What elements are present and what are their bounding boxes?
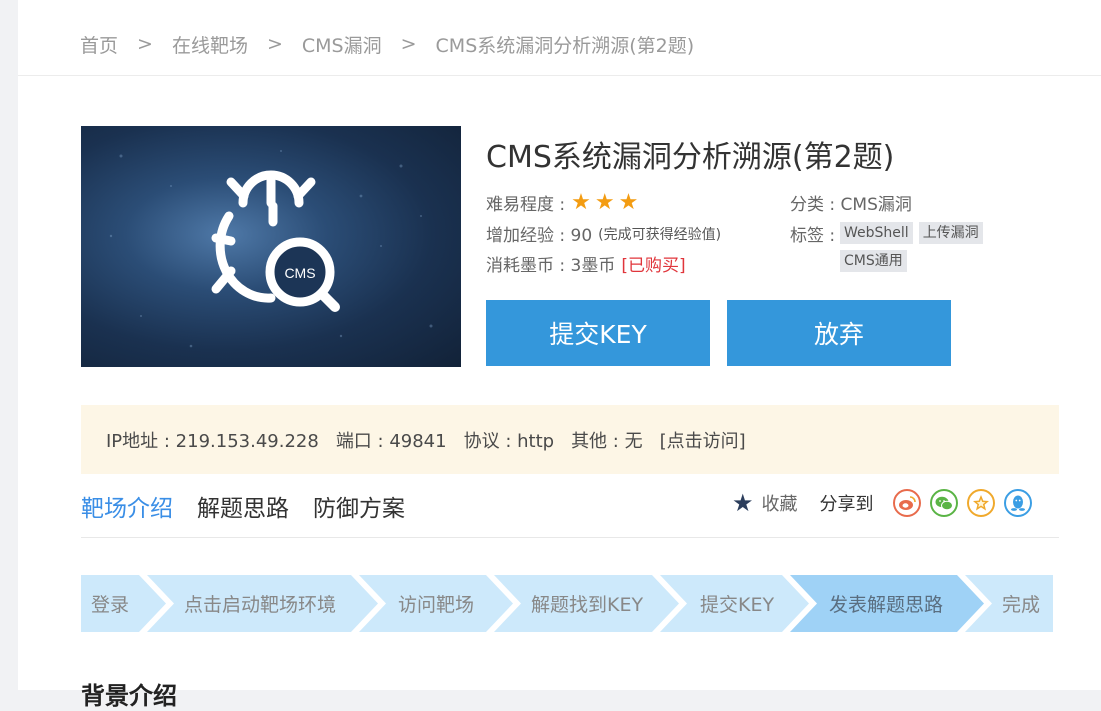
qzone-star-icon: [972, 495, 989, 511]
breadcrumb-separator: >: [266, 33, 283, 55]
tab-defense-plan[interactable]: 防御方案: [313, 489, 405, 523]
experience-label: 增加经验 : 90: [486, 226, 593, 246]
experience-note: (完成可获得经验值): [598, 226, 722, 243]
star-icon: ★: [618, 189, 639, 215]
difficulty-row: 难易程度 : ★ ★ ★: [486, 190, 642, 215]
tag-webshell[interactable]: WebShell: [840, 222, 913, 244]
step-find-key: 解题找到KEY: [531, 594, 644, 616]
wechat-share-button[interactable]: [929, 489, 958, 517]
step-visit-range: 访问靶场: [398, 594, 475, 616]
divider: [81, 537, 1059, 538]
tab-solution-ideas[interactable]: 解题思路: [197, 489, 289, 523]
cover-label: CMS: [284, 265, 315, 281]
star-icon: ★: [594, 189, 615, 215]
section-heading: 背景介绍: [81, 682, 177, 710]
progress-steps: 登录 点击启动靶场环境 访问靶场 解题找到KEY 提交KEY 发表解题思路 完成: [81, 575, 1053, 632]
tags-label: 标签 :: [790, 226, 836, 246]
divider: [18, 75, 1101, 76]
step-post-solution: 发表解题思路: [829, 594, 944, 616]
star-icon: ★: [571, 189, 591, 215]
breadcrumb-current: CMS系统漏洞分析溯源(第2题): [435, 34, 695, 57]
category-row: 分类 : CMS漏洞: [790, 190, 912, 215]
submit-key-button[interactable]: 提交KEY: [486, 300, 710, 366]
breadcrumb-cms[interactable]: CMS漏洞: [302, 31, 382, 58]
weibo-share-button[interactable]: [892, 489, 921, 517]
category-label: 分类 : CMS漏洞: [790, 195, 912, 215]
step-start-environment: 点击启动靶场环境: [184, 594, 337, 616]
difficulty-stars: ★ ★ ★: [571, 189, 642, 215]
tag-cms-generic[interactable]: CMS通用: [840, 250, 907, 272]
difficulty-label: 难易程度 :: [486, 195, 566, 215]
visit-link[interactable]: [点击访问]: [660, 427, 746, 453]
tags-label-row: 标签 :: [790, 221, 835, 246]
purchased-badge: [已购买]: [621, 256, 686, 276]
cost-label: 消耗墨币 : 3墨币: [486, 256, 616, 276]
qq-share-button[interactable]: [1003, 489, 1032, 517]
content-tabs: 靶场介绍 解题思路 防御方案: [81, 489, 429, 523]
other-info: 其他 : 无: [571, 430, 643, 452]
favorite-label: 收藏: [761, 494, 798, 515]
tags-list: WebShell 上传漏洞 CMS通用: [840, 222, 1010, 278]
protocol: 协议 : http: [463, 430, 555, 452]
breadcrumb-online-range[interactable]: 在线靶场: [172, 31, 248, 58]
breadcrumb: 首页 > 在线靶场 > CMS漏洞 > CMS系统漏洞分析溯源(第2题): [80, 30, 694, 58]
wechat-icon: [935, 496, 953, 511]
breadcrumb-home[interactable]: 首页: [80, 31, 118, 58]
breadcrumb-separator: >: [137, 33, 153, 55]
ip-address: IP地址 : 219.153.49.228: [106, 430, 319, 452]
page: 首页 > 在线靶场 > CMS漏洞 > CMS系统漏洞分析溯源(第2题) CMS…: [18, 0, 1101, 710]
breadcrumb-separator: >: [400, 33, 417, 55]
actions-bar: ★ 收藏 分享到: [732, 489, 1032, 517]
weibo-icon: [898, 496, 916, 510]
quit-button[interactable]: 放弃: [727, 300, 951, 366]
qzone-share-button[interactable]: [966, 489, 995, 517]
challenge-cover-image: CMS: [81, 126, 461, 367]
tag-upload-vuln[interactable]: 上传漏洞: [918, 222, 983, 244]
star-icon: ★: [732, 489, 754, 517]
target-info-bar: IP地址 : 219.153.49.228 端口 : 49841 协议 : ht…: [81, 405, 1059, 474]
step-submit-key: 提交KEY: [700, 594, 775, 616]
cost-row: 消耗墨币 : 3墨币 [已购买]: [486, 251, 686, 276]
bug-magnifier-icon: CMS: [109, 150, 433, 348]
tab-range-intro[interactable]: 靶场介绍: [81, 489, 173, 523]
qq-penguin-icon: [1010, 495, 1025, 511]
step-complete: 完成: [1002, 594, 1041, 616]
step-login: 登录: [91, 594, 130, 616]
share-label: 分享到: [819, 494, 874, 515]
experience-row: 增加经验 : 90 (完成可获得经验值): [486, 221, 721, 246]
challenge-title: CMS系统漏洞分析溯源(第2题): [486, 140, 895, 175]
port: 端口 : 49841: [335, 430, 447, 452]
favorite-button[interactable]: ★ 收藏: [732, 489, 798, 517]
